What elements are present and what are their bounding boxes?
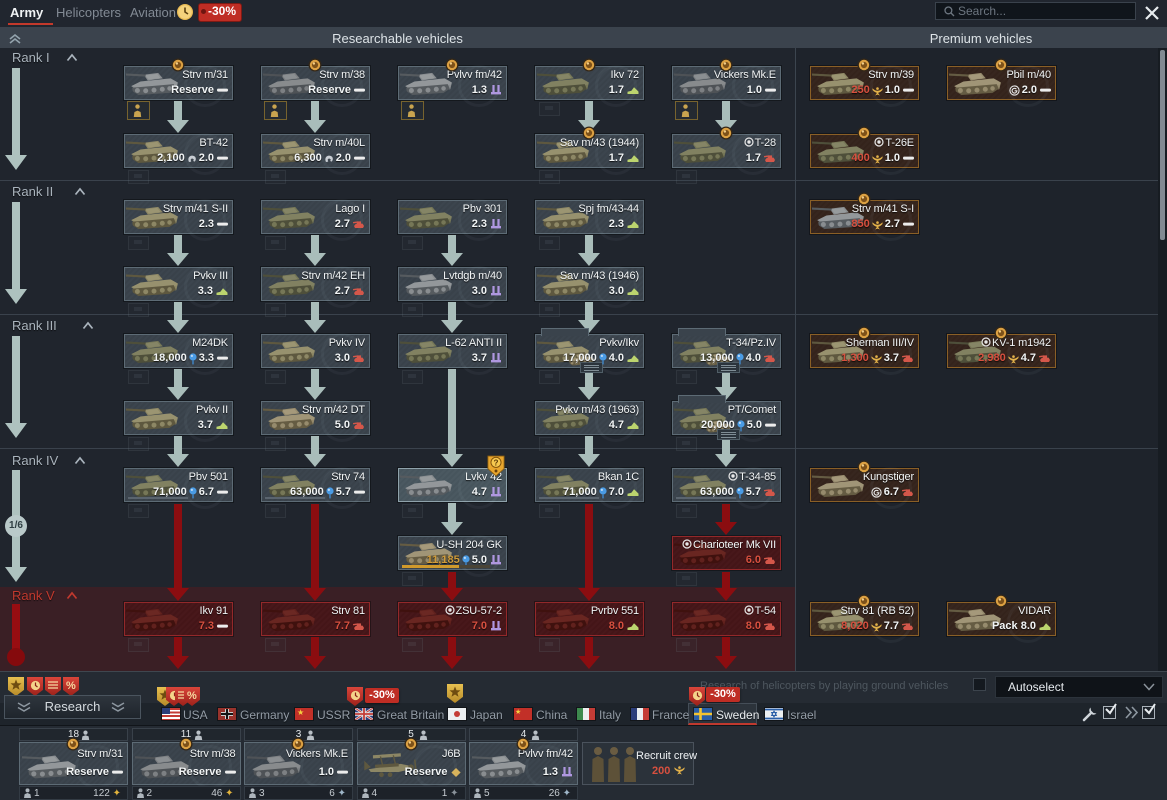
svg-text:?: ? bbox=[494, 458, 499, 467]
